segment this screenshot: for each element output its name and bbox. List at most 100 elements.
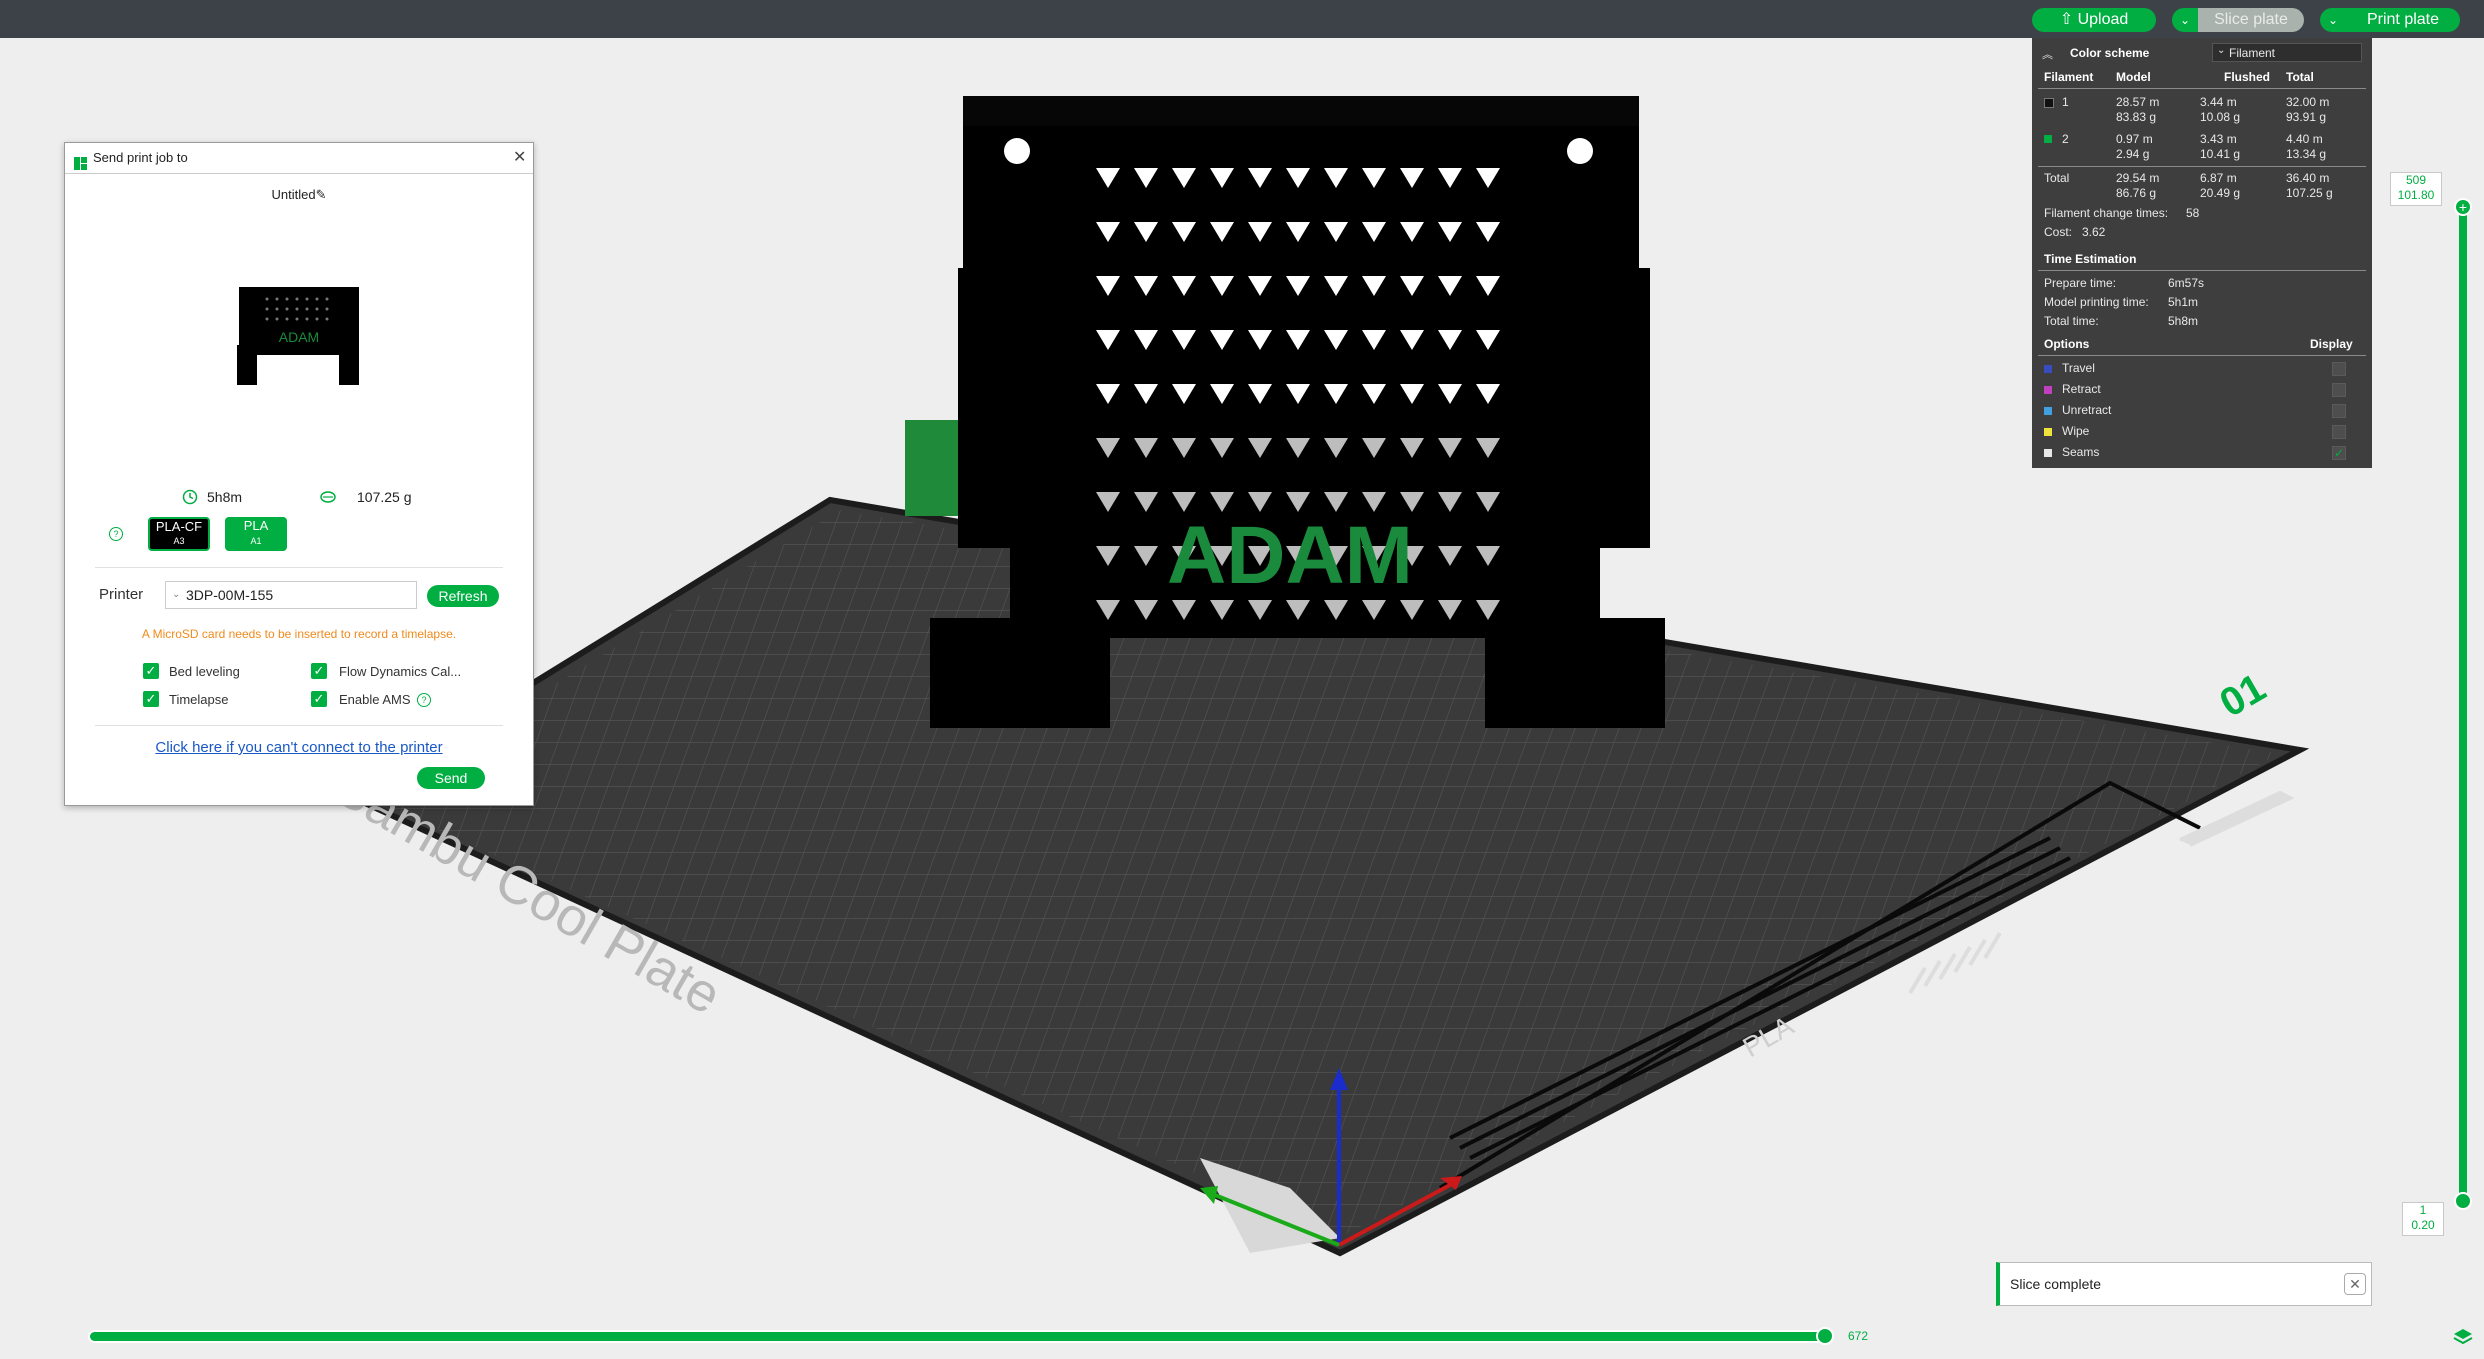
notification-text: Slice complete (2010, 1276, 2102, 1292)
filament-2-total: 4.40 m 13.34 g (2286, 132, 2326, 162)
value: 83.83 g (2116, 110, 2157, 124)
unretract-label: Unretract (2062, 403, 2112, 417)
filament-1-flushed: 3.44 m 10.08 g (2200, 95, 2240, 125)
divider (2038, 270, 2366, 271)
dialog-title-bar: Send print job to ✕ (65, 143, 533, 174)
dialog-title: Send print job to (93, 150, 188, 165)
model-time-label: Model printing time: (2044, 295, 2149, 309)
send-button[interactable]: Send (417, 767, 485, 789)
help-icon[interactable]: ? (109, 527, 123, 541)
divider (2038, 88, 2366, 89)
collapse-icon[interactable]: ︽ (2042, 46, 2053, 62)
value: 107.25 g (2286, 186, 2333, 200)
bottom-layer-label: 1 0.20 (2402, 1202, 2444, 1236)
prepare-time-label: Prepare time: (2044, 276, 2117, 290)
refresh-button[interactable]: Refresh (427, 585, 499, 607)
upload-button[interactable]: ⇧ Upload (2032, 8, 2156, 32)
value: 93.91 g (2286, 110, 2327, 124)
wipe-display-checkbox[interactable] (2332, 425, 2346, 439)
total-model: 29.54 m 86.76 g (2116, 171, 2159, 201)
filament-slot-1[interactable]: PLA-CF A3 (148, 517, 210, 551)
green-side-part (905, 420, 960, 516)
cost-value: 3.62 (2082, 225, 2106, 239)
top-layer-height: 101.80 (2397, 188, 2435, 202)
print-time: 5h8m (207, 489, 243, 505)
travel-swatch (2044, 365, 2052, 373)
display-header: Display (2310, 337, 2353, 351)
options-header: Options (2044, 337, 2090, 351)
thumbnail-text: ADAM (279, 329, 319, 345)
upload-icon: ⇧ (2059, 11, 2074, 28)
value: 32.00 m (2286, 95, 2330, 109)
slice-complete-notification: Slice complete ✕ (1996, 1262, 2372, 1306)
bed-leveling-checkbox[interactable]: ✓ (143, 663, 159, 679)
move-value: 672 (1848, 1329, 1869, 1343)
close-icon[interactable]: ✕ (2344, 1273, 2366, 1295)
printed-model: ADAM (930, 96, 1665, 728)
divider (95, 567, 503, 568)
total-time-label: Total time: (2044, 314, 2099, 328)
value: 3.43 m (2200, 132, 2237, 146)
col-total: Total (2286, 70, 2314, 84)
slice-plate-button[interactable]: Slice plate (2198, 8, 2304, 32)
model-text: ADAM (1167, 510, 1413, 601)
filament-2-id: 2 (2062, 132, 2069, 146)
project-name-row: Untitled✎ (65, 187, 533, 203)
value: 0.97 m (2116, 132, 2153, 146)
filament-2-flushed: 3.43 m 10.41 g (2200, 132, 2240, 162)
top-layer-number: 509 (2405, 173, 2427, 187)
print-plate-button[interactable]: Print plate (2346, 8, 2460, 32)
prepare-time-value: 6m57s (2168, 276, 2205, 290)
timelapse-label: Timelapse (169, 692, 229, 707)
color-scheme-value: Filament (2229, 46, 2276, 60)
bottom-layer-handle[interactable] (2454, 1192, 2472, 1210)
filament-slot-1-name: PLA-CF (155, 519, 203, 534)
plate-thumbnail: ADAM (237, 285, 361, 389)
travel-label: Travel (2062, 361, 2095, 375)
col-flushed: Flushed (2224, 70, 2271, 84)
value: 20.49 g (2200, 186, 2241, 200)
bottom-layer-height: 0.20 (2411, 1218, 2435, 1232)
filament-slot-2-id: A1 (250, 536, 262, 546)
divider (2038, 355, 2366, 356)
seams-display-checkbox[interactable]: ✓ (2332, 446, 2346, 460)
close-icon[interactable]: ✕ (513, 143, 526, 173)
slice-dropdown-toggle[interactable]: ⌄ (2172, 8, 2198, 32)
print-dropdown-toggle[interactable]: ⌄ (2320, 8, 2346, 32)
wipe-label: Wipe (2062, 424, 2090, 438)
col-filament: Filament (2044, 70, 2094, 84)
chevron-down-icon: ⌄ (172, 589, 181, 600)
timelapse-checkbox[interactable]: ✓ (143, 691, 159, 707)
ams-help-icon[interactable]: ? (417, 693, 431, 707)
seams-label: Seams (2062, 445, 2100, 459)
enable-ams-checkbox[interactable]: ✓ (311, 691, 327, 707)
move-slider-handle[interactable] (1816, 1327, 1834, 1345)
printer-select[interactable]: ⌄ 3DP-00M-155 (165, 581, 417, 609)
move-slider-track[interactable] (90, 1332, 1830, 1341)
filament-2-model: 0.97 m 2.94 g (2116, 132, 2153, 162)
travel-display-checkbox[interactable] (2332, 362, 2346, 376)
print-weight: 107.25 g (357, 489, 412, 505)
unretract-swatch (2044, 407, 2052, 415)
total-label: Total (2044, 171, 2070, 185)
layers-icon[interactable] (2452, 1326, 2474, 1348)
filament-slot-2[interactable]: PLA A1 (225, 517, 287, 551)
value: 2.94 g (2116, 147, 2150, 161)
retract-display-checkbox[interactable] (2332, 383, 2346, 397)
unretract-display-checkbox[interactable] (2332, 404, 2346, 418)
chevron-down-icon: ⌄ (2217, 45, 2226, 56)
bambu-logo-icon (74, 151, 87, 170)
printer-select-value: 3DP-00M-155 (186, 587, 274, 603)
wipe-swatch (2044, 428, 2052, 436)
top-layer-handle[interactable]: + (2454, 198, 2472, 216)
edit-icon[interactable]: ✎ (316, 187, 327, 202)
flow-dynamics-checkbox[interactable]: ✓ (311, 663, 327, 679)
value: 86.76 g (2116, 186, 2157, 200)
color-scheme-select[interactable]: ⌄ Filament (2212, 43, 2362, 62)
filament-change-label: Filament change times: (2044, 206, 2169, 220)
value: 10.41 g (2200, 147, 2241, 161)
filament-slot-2-name: PLA (243, 518, 269, 533)
value: 36.40 m (2286, 171, 2330, 185)
layer-slider-track[interactable] (2459, 204, 2467, 1202)
connect-help-link[interactable]: Click here if you can't connect to the p… (65, 739, 533, 756)
